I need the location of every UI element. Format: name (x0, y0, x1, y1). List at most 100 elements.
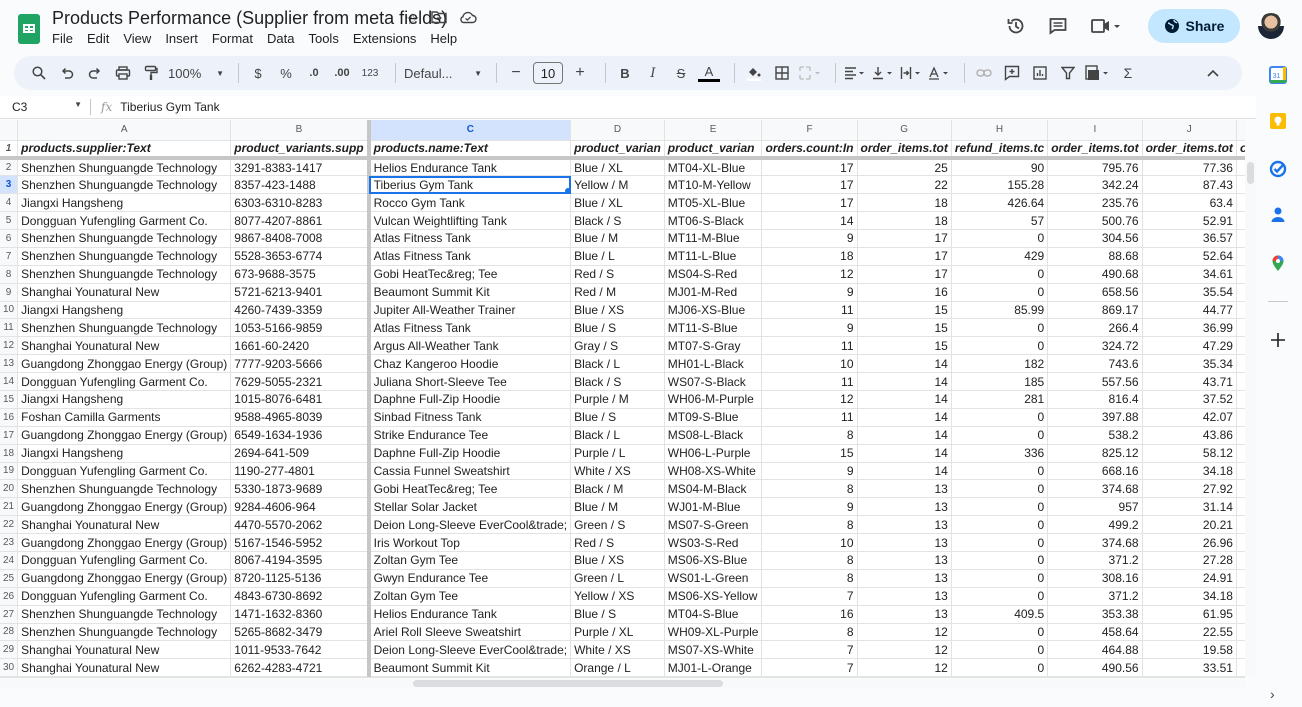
cell[interactable]: 7 (761, 587, 858, 606)
cell[interactable]: 19.58 (1142, 640, 1237, 660)
cell[interactable]: 439 (1236, 408, 1245, 427)
cell[interactable]: 525 (1236, 265, 1245, 284)
cell[interactable]: 0 (951, 515, 1049, 535)
row-header[interactable]: 16 (0, 408, 19, 427)
cell[interactable]: 37.52 (1142, 390, 1237, 409)
cell[interactable]: Jiangxi Hangsheng (17, 390, 232, 409)
cell[interactable]: Shenzhen Shunguangde Technology (17, 175, 232, 195)
cell[interactable]: 22.55 (1142, 623, 1237, 642)
cell[interactable]: 90 (951, 157, 1049, 177)
zoom-select[interactable]: 100% ▼ (168, 61, 224, 85)
cell[interactable]: Guangdong Zhonggao Energy (Group) (17, 497, 232, 517)
collapse-toolbar-icon[interactable] (1202, 61, 1224, 85)
row-header[interactable]: 20 (0, 479, 19, 499)
cell[interactable]: 7777-9203-5666 (230, 354, 371, 374)
cell[interactable]: Black / S (570, 211, 665, 230)
cell[interactable]: 658.56 (1047, 283, 1143, 302)
cell[interactable]: 2694-641-509 (230, 444, 371, 463)
comments-icon[interactable] (1046, 14, 1070, 38)
column-header-d[interactable]: D (570, 120, 665, 141)
cell[interactable]: 0 (951, 533, 1049, 552)
cell[interactable]: 13 (857, 605, 952, 624)
cell[interactable]: 14 (761, 211, 858, 230)
cell[interactable]: Iris Workout Top (368, 533, 572, 552)
cell[interactable]: 33.51 (1142, 658, 1237, 677)
decrease-decimal-button[interactable]: .0 (303, 61, 325, 85)
horizontal-align-icon[interactable] (844, 61, 866, 85)
cell[interactable]: MT11-L-Blue (664, 247, 763, 266)
cell[interactable]: 7 (761, 640, 858, 660)
cell[interactable]: Blue / XL (570, 193, 665, 213)
row-header[interactable]: 15 (0, 390, 19, 409)
redo-icon[interactable] (84, 61, 106, 85)
cell[interactable]: 6303-6310-8283 (230, 193, 371, 213)
cell[interactable]: MJ01-L-Orange (664, 658, 763, 677)
cell[interactable]: 8 (761, 551, 858, 570)
cell[interactable]: 17 (857, 247, 952, 266)
cell[interactable]: 324.72 (1047, 336, 1143, 356)
cell[interactable]: 9867-8408-7008 (230, 229, 371, 248)
cell[interactable]: MT10-M-Yellow (664, 175, 763, 195)
user-avatar[interactable] (1258, 13, 1284, 39)
menu-edit[interactable]: Edit (87, 31, 115, 46)
cell[interactable]: 10 (761, 354, 858, 374)
cell[interactable]: 77.36 (1142, 157, 1237, 177)
cell[interactable]: 57 (951, 211, 1049, 230)
cell[interactable]: Red / S (570, 533, 665, 552)
row-header[interactable]: 25 (0, 569, 19, 588)
cell[interactable]: 913 (1236, 301, 1245, 320)
cell[interactable]: 15 (761, 444, 858, 463)
cell[interactable]: 17 (761, 157, 858, 177)
cell[interactable]: 429 (951, 247, 1049, 266)
cell[interactable]: 235.76 (1047, 193, 1143, 213)
cell[interactable]: 8 (761, 623, 858, 642)
insert-link-icon[interactable] (973, 61, 995, 85)
cell[interactable]: Gobi HeatTec&reg; Tee (368, 265, 572, 284)
row-header[interactable]: 2 (0, 157, 19, 177)
cell[interactable]: Green / L (570, 569, 665, 588)
cell[interactable]: 1011-9533-7642 (230, 640, 371, 660)
cell[interactable]: 34.18 (1142, 462, 1237, 481)
cell[interactable]: Deion Long-Sleeve EverCool&trade; (368, 515, 572, 535)
cell[interactable]: Shenzhen Shunguangde Technology (17, 623, 232, 642)
text-color-button[interactable]: A (698, 64, 720, 82)
column-header-a[interactable]: A (17, 120, 232, 141)
row-header[interactable]: 29 (0, 640, 19, 660)
cell[interactable]: 34.61 (1142, 265, 1237, 284)
cell[interactable]: Gwyn Endurance Tee (368, 569, 572, 588)
cell[interactable]: 14 (857, 444, 952, 463)
cell[interactable]: 12 (761, 265, 858, 284)
cell[interactable]: 308.16 (1047, 569, 1143, 588)
cell[interactable]: 3291-8383-1417 (230, 157, 371, 177)
cell[interactable]: 0 (951, 283, 1049, 302)
cell[interactable]: 26.96 (1142, 533, 1237, 552)
cell[interactable]: Shenzhen Shunguangde Technology (17, 318, 232, 338)
text-wrapping-icon[interactable] (900, 61, 922, 85)
row-header[interactable]: 8 (0, 265, 19, 284)
cell[interactable]: 778 (1236, 354, 1245, 374)
column-header-j[interactable]: J (1142, 120, 1237, 141)
cell[interactable]: Jupiter All-Weather Trainer (368, 301, 572, 320)
cell[interactable]: Shenzhen Shunguangde Technology (17, 265, 232, 284)
cell[interactable]: Daphne Full-Zip Hoodie (368, 444, 572, 463)
cell[interactable]: 155.28 (951, 175, 1049, 195)
menu-data[interactable]: Data (267, 31, 300, 46)
cell[interactable]: 341 (1236, 229, 1245, 248)
header-cell[interactable]: products.name:Text (368, 140, 572, 160)
tasks-icon[interactable] (1269, 160, 1287, 178)
cell[interactable]: 397.88 (1047, 408, 1143, 427)
row-header[interactable]: 10 (0, 301, 19, 320)
cell[interactable]: 0 (951, 408, 1049, 427)
row-header[interactable]: 23 (0, 533, 19, 552)
cell[interactable]: MS07-XS-White (664, 640, 763, 660)
cell[interactable]: 12 (857, 640, 952, 660)
cell[interactable]: Juliana Short-Sleeve Tee (368, 372, 572, 391)
column-header-g[interactable]: G (857, 120, 952, 141)
cell[interactable]: 36.99 (1142, 318, 1237, 338)
cell[interactable]: Dongguan Yufengling Garment Co. (17, 211, 232, 230)
cell[interactable]: Beaumont Summit Kit (368, 658, 572, 677)
cell[interactable]: 9 (761, 462, 858, 481)
cell[interactable]: 499.2 (1047, 515, 1143, 535)
cell[interactable]: 8357-423-1488 (230, 175, 371, 195)
row-header[interactable]: 21 (0, 497, 19, 517)
